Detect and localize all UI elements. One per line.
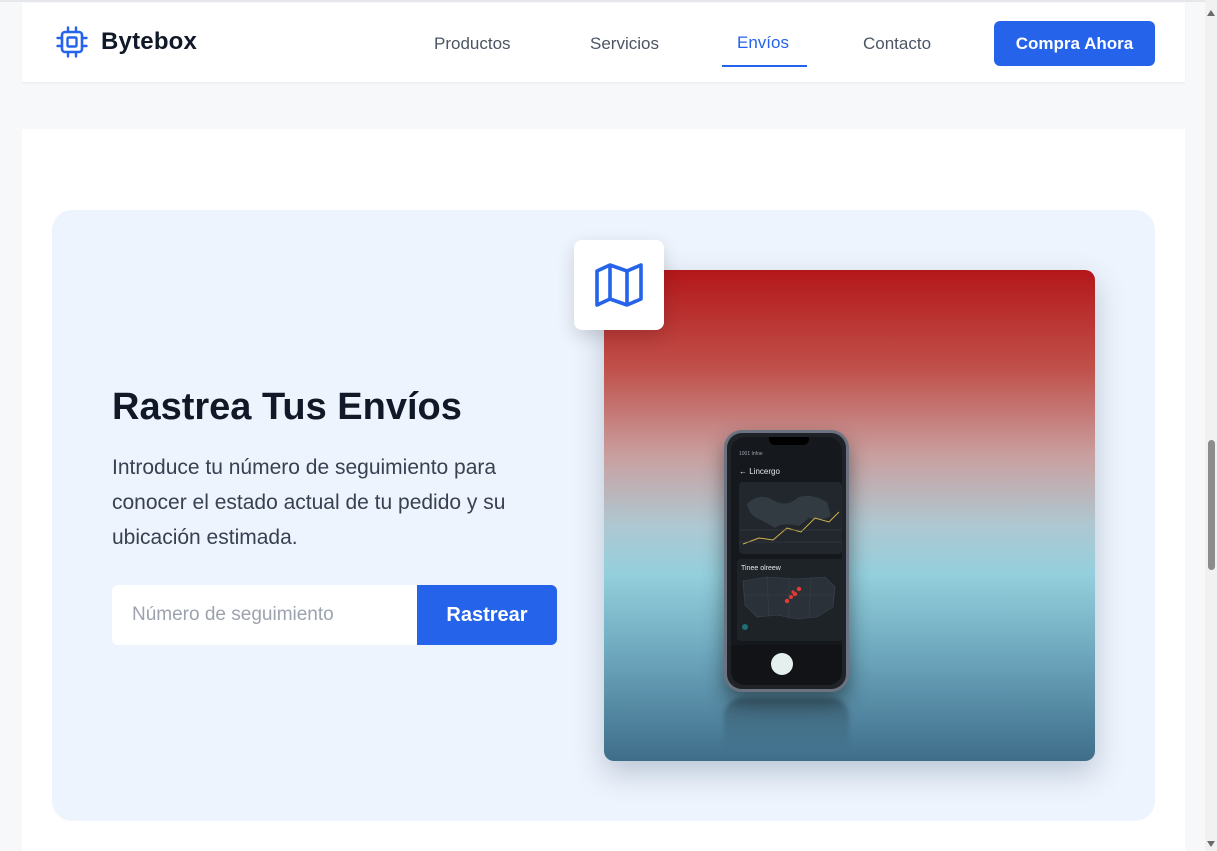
phone-world-map bbox=[739, 482, 842, 554]
phone-home-button bbox=[771, 653, 793, 675]
site-header: Bytebox Productos Servicios Envíos Conta… bbox=[22, 3, 1185, 83]
phone-reflection bbox=[724, 698, 849, 748]
nav-item-servicios[interactable]: Servicios bbox=[590, 34, 659, 54]
browser-viewport: Bytebox Productos Servicios Envíos Conta… bbox=[0, 0, 1217, 851]
phone-status-text: 1001 Infoe bbox=[739, 451, 763, 457]
nav-item-contacto[interactable]: Contacto bbox=[863, 34, 931, 54]
map-icon bbox=[595, 263, 643, 307]
phone-panel-title: Tinee olreew bbox=[741, 565, 781, 572]
phone-screen: 1001 Infoe ← Lincergo Tinee olreew bbox=[731, 437, 842, 685]
map-badge bbox=[574, 240, 664, 330]
brand-name: Bytebox bbox=[101, 28, 198, 55]
tracking-card: Rastrea Tus Envíos Introduce tu número d… bbox=[52, 210, 1155, 821]
scroll-up-arrow-icon[interactable] bbox=[1207, 10, 1215, 16]
vertical-scrollbar[interactable] bbox=[1205, 0, 1217, 851]
brand-logo[interactable]: Bytebox bbox=[55, 25, 197, 59]
hero-image: 1001 Infoe ← Lincergo Tinee olreew bbox=[604, 270, 1095, 761]
chip-icon bbox=[56, 26, 88, 58]
page-title: Rastrea Tus Envíos bbox=[112, 386, 462, 428]
content-section: Rastrea Tus Envíos Introduce tu número d… bbox=[22, 129, 1185, 851]
nav-item-productos[interactable]: Productos bbox=[434, 34, 511, 54]
world-map-graphic bbox=[739, 495, 842, 545]
buy-now-button[interactable]: Compra Ahora bbox=[994, 21, 1155, 66]
tracking-form: Rastrear bbox=[112, 585, 557, 645]
track-button[interactable]: Rastrear bbox=[417, 585, 557, 645]
tracking-description: Introduce tu número de seguimiento para … bbox=[112, 456, 506, 549]
window-top-border bbox=[0, 0, 1217, 2]
nav-item-envios[interactable]: Envíos bbox=[737, 33, 789, 53]
scroll-down-arrow-icon[interactable] bbox=[1207, 841, 1215, 847]
phone-bottom-bar bbox=[731, 645, 842, 685]
phone-notch bbox=[769, 437, 809, 445]
phone-illustration: 1001 Infoe ← Lincergo Tinee olreew bbox=[724, 430, 849, 692]
scrollbar-thumb[interactable] bbox=[1208, 440, 1215, 570]
active-nav-indicator bbox=[722, 65, 807, 67]
tracking-number-input[interactable] bbox=[112, 585, 417, 645]
phone-screen-title: ← Lincergo bbox=[739, 467, 780, 476]
